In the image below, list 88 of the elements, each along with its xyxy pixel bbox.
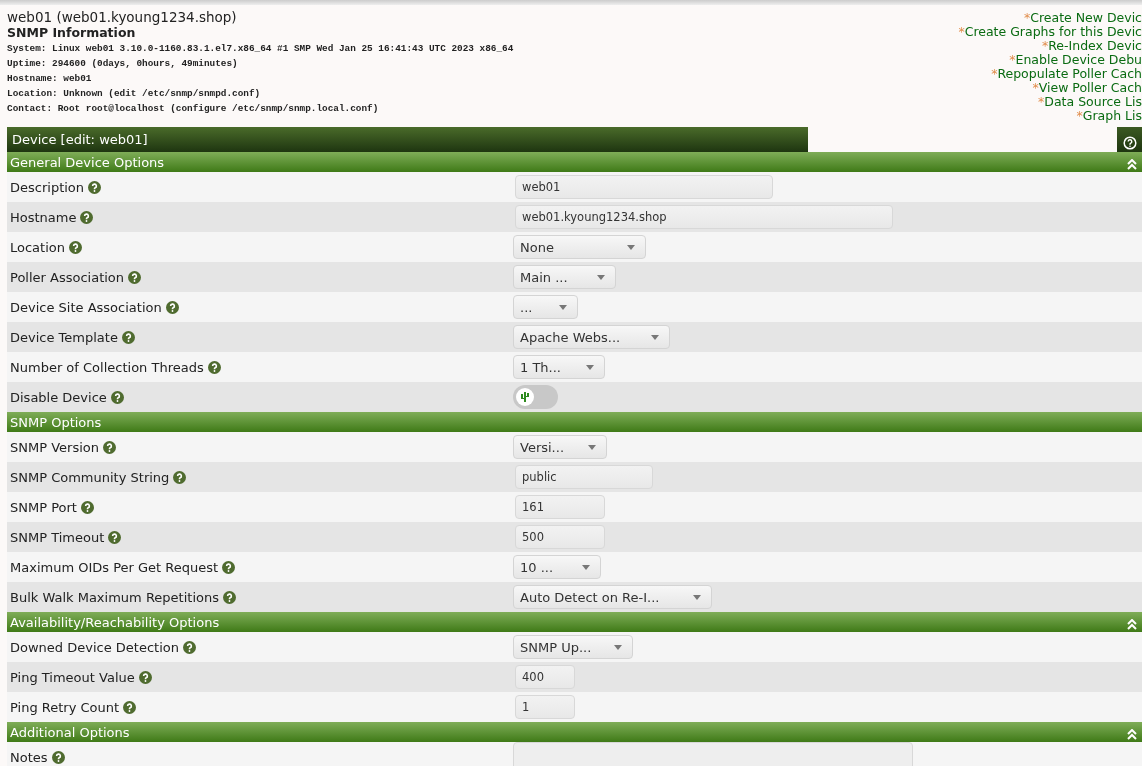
device-title: web01 (web01.kyoung1234.shop) [7,10,238,25]
dropdown-caret-icon [614,644,622,650]
text-input[interactable]: web01 [515,175,773,199]
dropdown-caret-icon [559,304,567,310]
action-link[interactable]: *Data Source Lis [1038,95,1142,109]
dropdown-caret-icon [588,444,596,450]
dropdown-caret-icon [586,364,594,370]
field-label: Bulk Walk Maximum Repetitions [10,589,219,605]
help-icon[interactable] [182,640,196,654]
help-icon [1122,136,1137,150]
collapse-icon[interactable] [1127,158,1137,170]
section-title: Additional Options [10,724,130,740]
help-icon[interactable] [128,270,142,284]
help-icon[interactable] [88,180,102,194]
help-icon[interactable] [69,240,82,254]
field-label: SNMP Version [10,439,99,455]
text-input[interactable]: 161 [515,495,605,519]
field-label: Maximum OIDs Per Get Request [10,559,219,575]
snmp-info-heading: SNMP Information [7,25,137,40]
field-label: Hostname [10,209,77,225]
field-label: Device Site Association [10,299,162,315]
field-label: Description [10,179,85,195]
text-input[interactable]: 1 [515,695,575,719]
select-dropdown[interactable]: 1 Th... [513,355,605,379]
field-label: Number of Collection Threads [10,359,204,375]
text-input[interactable]: 400 [515,665,575,689]
select-dropdown[interactable]: Apache Webs... [513,325,670,349]
help-icon[interactable] [102,440,116,454]
help-icon[interactable] [138,670,152,684]
section-title: General Device Options [10,154,165,170]
help-icon[interactable] [108,530,122,544]
snmp-info-line: Location: Unknown (edit /etc/snmp/snmpd.conf) [7,87,262,101]
help-icon[interactable] [123,700,137,714]
help-icon[interactable] [110,390,124,404]
section-title: SNMP Options [10,414,102,430]
select-dropdown[interactable]: Auto Detect on Re-I... [513,585,712,609]
select-dropdown[interactable]: ... [513,295,578,319]
collapse-icon[interactable] [1127,728,1137,740]
help-icon[interactable] [165,300,179,314]
select-dropdown[interactable]: SNMP Up... [513,635,633,659]
panel-title: Device [edit: web01] [7,127,808,152]
text-input[interactable]: 500 [515,525,605,549]
field-label: Poller Association [10,269,125,285]
help-icon[interactable] [173,470,187,484]
select-dropdown[interactable]: Main ... [513,265,616,289]
field-label: SNMP Port [10,499,77,515]
field-label: SNMP Community String [10,469,170,485]
dropdown-caret-icon [597,274,605,280]
dropdown-caret-icon [693,594,701,600]
help-icon[interactable] [121,330,135,344]
field-label: Ping Timeout Value [10,669,135,685]
text-input[interactable]: public [515,465,653,489]
section-title: Availability/Reachability Options [10,614,220,630]
action-link[interactable]: *Re-Index Devic [1041,39,1142,53]
field-label: Device Template [10,329,118,345]
help-icon[interactable] [51,750,65,764]
help-icon[interactable] [222,590,236,604]
dropdown-caret-icon [582,564,590,570]
collapse-icon[interactable] [1127,618,1137,630]
field-label: Downed Device Detection [10,639,179,655]
help-icon[interactable] [80,210,94,224]
field-label: Ping Retry Count [10,699,120,715]
field-label: Notes [10,749,48,765]
field-label: SNMP Timeout [10,529,105,545]
select-dropdown[interactable]: Versi... [513,435,607,459]
field-label: Disable Device [10,389,107,405]
help-icon[interactable] [222,560,236,574]
snmp-info-line: Hostname: web01 [7,72,93,86]
action-link[interactable]: *Create Graphs for this Devic [958,25,1142,39]
snmp-info-line: System: Linux web01 3.10.0-1160.83.1.el7.x86_64 #1 SMP Wed Jan 25 16:41:43 UTC 2023 x86_64 [7,42,514,56]
dropdown-caret-icon [627,244,635,250]
action-link[interactable]: *Repopulate Poller Cach [991,67,1142,81]
text-input[interactable]: web01.kyoung1234.shop [515,205,893,229]
field-label: Location [10,239,65,255]
help-icon[interactable] [207,360,221,374]
snmp-info-line: Contact: Root root@localhost (configure /etc/snmp/snmp.local.conf) [7,102,380,116]
action-link[interactable]: *View Poller Cach [1032,81,1142,95]
select-dropdown[interactable]: None [513,235,646,259]
snmp-info-line: Uptime: 294600 (0days, 0hours, 49minutes) [7,57,239,71]
action-link[interactable]: *Create New Devic [1023,11,1142,25]
action-link[interactable]: *Enable Device Debu [1009,53,1142,67]
help-icon[interactable] [80,500,94,514]
dropdown-caret-icon [651,334,659,340]
action-link[interactable]: *Graph Lis [1076,109,1142,123]
select-dropdown[interactable]: 10 ... [513,555,601,579]
help-button[interactable] [1117,127,1142,152]
toggle-switch[interactable] [513,385,558,409]
cactus-icon [520,391,530,403]
